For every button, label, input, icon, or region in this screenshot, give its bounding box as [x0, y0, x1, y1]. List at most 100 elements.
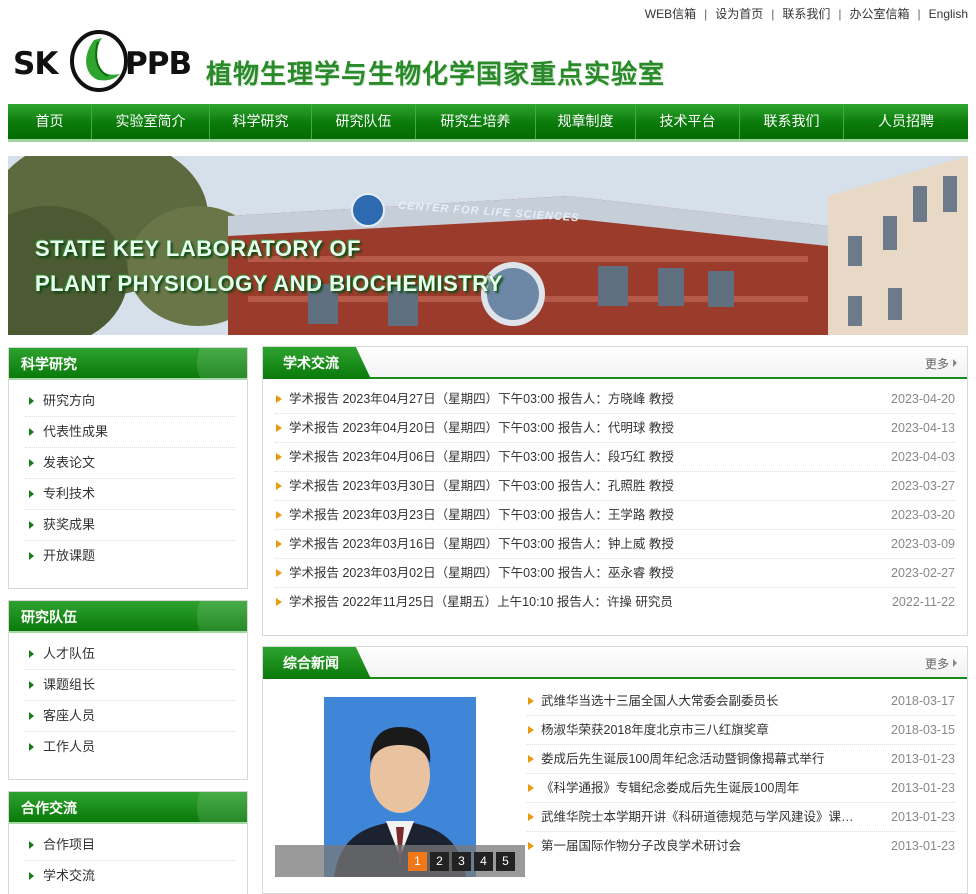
arrow-right-icon [953, 659, 957, 667]
pager-button[interactable]: 1 [408, 851, 427, 871]
academic-item[interactable]: 学术报告 2023年03月23日（星期四）下午03:00 报告人：王学路 教授 2… [275, 501, 955, 530]
news-item-date: 2013-01-23 [891, 752, 955, 766]
general-news-panel: 综合新闻 更多 12345 武维华当选十三届全国人大常委会副委员长 2018-03… [262, 646, 968, 894]
arrow-right-icon [953, 359, 957, 367]
nav-item[interactable]: 人员招聘 [844, 104, 968, 139]
academic-item-date: 2022-11-22 [891, 595, 955, 609]
academic-item[interactable]: 学术报告 2023年04月27日（星期四）下午03:00 报告人：方晓峰 教授 2… [275, 385, 955, 414]
academic-item-date: 2023-04-03 [891, 450, 955, 464]
academic-item-title[interactable]: 学术报告 2023年04月06日（星期四）下午03:00 报告人：段巧红 教授 [289, 443, 674, 471]
sidebar-list: 合作项目 学术交流 [9, 824, 247, 894]
academic-exchange-panel: 学术交流 更多 学术报告 2023年04月27日（星期四）下午03:00 报告人… [262, 346, 968, 636]
nav-item[interactable]: 首页 [8, 104, 92, 139]
top-links: WEB信箱 | 设为首页 | 联系我们 | 办公室信箱 | English [645, 5, 968, 22]
sidebar-link[interactable]: 研究方向 [25, 386, 235, 417]
news-item[interactable]: 武维华院士本学期开讲《科研道德规范与学风建设》课程... 2013-01-23 [527, 803, 955, 832]
news-item-title[interactable]: 第一届国际作物分子改良学术研讨会 [541, 832, 741, 861]
news-item[interactable]: 武维华当选十三届全国人大常委会副委员长 2018-03-17 [527, 687, 955, 716]
sidebar-link[interactable]: 合作项目 [25, 830, 235, 861]
academic-item-title[interactable]: 学术报告 2023年04月20日（星期四）下午03:00 报告人：代明球 教授 [289, 414, 674, 442]
academic-item-date: 2023-04-20 [891, 392, 955, 406]
academic-item[interactable]: 学术报告 2022年11月25日（星期五）上午10:10 报告人：许操 研究员 2… [275, 588, 955, 617]
news-item-date: 2013-01-23 [891, 810, 955, 824]
nav-item[interactable]: 实验室简介 [92, 104, 210, 139]
news-item-date: 2018-03-15 [891, 723, 955, 737]
academic-item-date: 2023-03-27 [891, 479, 955, 493]
sidebar-link[interactable]: 学术交流 [25, 861, 235, 892]
academic-item[interactable]: 学术报告 2023年03月16日（星期四）下午03:00 报告人：钟上威 教授 2… [275, 530, 955, 559]
main-nav: 首页 实验室简介 科学研究 研究队伍 研究生培养 规章制度 技术平台 联系我们 人员招聘 [8, 104, 968, 142]
link-separator: | [917, 6, 921, 21]
sidebar-link[interactable]: 专利技术 [25, 479, 235, 510]
sidebar-box-title: 合作交流 [9, 792, 247, 824]
link-separator: | [704, 6, 708, 21]
news-item[interactable]: 娄成后先生诞辰100周年纪念活动暨铜像揭幕式举行 2013-01-23 [527, 745, 955, 774]
nav-item[interactable]: 科学研究 [210, 104, 312, 139]
banner-line-1: STATE KEY LABORATORY OF [35, 236, 362, 261]
academic-item[interactable]: 学术报告 2023年03月30日（星期四）下午03:00 报告人：孔照胜 教授 2… [275, 472, 955, 501]
sidebar-box: 合作交流 合作项目 学术交流 [8, 791, 248, 894]
nav-item[interactable]: 研究生培养 [416, 104, 536, 139]
news-item[interactable]: 第一届国际作物分子改良学术研讨会 2013-01-23 [527, 832, 955, 861]
top-link[interactable]: 设为首页 [715, 5, 763, 22]
news-item[interactable]: 杨淑华荣获2018年度北京市三八红旗奖章 2018-03-15 [527, 716, 955, 745]
leaf-logo-icon [70, 30, 128, 92]
site-logo[interactable]: SK PPB 植物生理学与生物化学国家重点实验室 [10, 28, 670, 98]
academic-more-link[interactable]: 更多 [925, 355, 957, 372]
sidebar-link[interactable]: 发表论文 [25, 448, 235, 479]
top-link[interactable]: WEB信箱 [645, 5, 696, 22]
news-item-title[interactable]: 武维华当选十三届全国人大常委会副委员长 [541, 687, 779, 715]
academic-item-date: 2023-03-09 [891, 537, 955, 551]
news-more-link[interactable]: 更多 [925, 655, 957, 672]
news-item-title[interactable]: 武维华院士本学期开讲《科研道德规范与学风建设》课程... [541, 803, 861, 831]
pager-button[interactable]: 4 [474, 851, 493, 871]
nav-item[interactable]: 规章制度 [536, 104, 636, 139]
sidebar-link[interactable]: 获奖成果 [25, 510, 235, 541]
logo-text-ppb: PPB [125, 46, 192, 82]
pager-button[interactable]: 2 [430, 851, 449, 871]
academic-item[interactable]: 学术报告 2023年04月06日（星期四）下午03:00 报告人：段巧红 教授 2… [275, 443, 955, 472]
academic-item[interactable]: 学术报告 2023年04月20日（星期四）下午03:00 报告人：代明球 教授 2… [275, 414, 955, 443]
academic-header: 学术交流 更多 [263, 347, 967, 379]
link-separator: | [771, 6, 775, 21]
academic-item-title[interactable]: 学术报告 2023年03月02日（星期四）下午03:00 报告人：巫永睿 教授 [289, 559, 674, 587]
sidebar-link[interactable]: 客座人员 [25, 701, 235, 732]
sidebar-link[interactable]: 开放课题 [25, 541, 235, 572]
news-item-title[interactable]: 《科学通报》专辑纪念娄成后先生诞辰100周年 [541, 774, 799, 802]
academic-item-date: 2023-04-13 [891, 421, 955, 435]
pager-button[interactable]: 3 [452, 851, 471, 871]
news-title: 综合新闻 [263, 647, 371, 679]
sidebar-box-title: 科学研究 [9, 348, 247, 380]
academic-item[interactable]: 学术报告 2023年03月02日（星期四）下午03:00 报告人：巫永睿 教授 2… [275, 559, 955, 588]
nav-item[interactable]: 研究队伍 [312, 104, 416, 139]
more-label: 更多 [924, 657, 949, 671]
nav-item[interactable]: 联系我们 [740, 104, 844, 139]
slider-pager: 12345 [275, 845, 525, 877]
sidebar-link[interactable]: 课题组长 [25, 670, 235, 701]
sidebar-box-title: 研究队伍 [9, 601, 247, 633]
academic-item-date: 2023-03-20 [891, 508, 955, 522]
top-link[interactable]: 办公室信箱 [850, 5, 910, 22]
academic-item-title[interactable]: 学术报告 2023年03月16日（星期四）下午03:00 报告人：钟上威 教授 [289, 530, 674, 558]
sidebar-list: 人才队伍 课题组长 客座人员 工作人员 [9, 633, 247, 769]
sidebar-link[interactable]: 人才队伍 [25, 639, 235, 670]
academic-item-title[interactable]: 学术报告 2023年03月30日（星期四）下午03:00 报告人：孔照胜 教授 [289, 472, 674, 500]
news-photo-slider[interactable]: 12345 [275, 697, 525, 877]
academic-item-title[interactable]: 学术报告 2023年04月27日（星期四）下午03:00 报告人：方晓峰 教授 [289, 385, 674, 413]
pager-button[interactable]: 5 [496, 851, 515, 871]
site-title: 植物生理学与生物化学国家重点实验室 [206, 59, 666, 89]
logo-text-sk: SK [13, 46, 58, 82]
top-link[interactable]: 联系我们 [782, 5, 830, 22]
nav-item[interactable]: 技术平台 [636, 104, 740, 139]
sidebar-link[interactable]: 代表性成果 [25, 417, 235, 448]
academic-item-title[interactable]: 学术报告 2022年11月25日（星期五）上午10:10 报告人：许操 研究员 [289, 588, 673, 617]
sidebar-box: 科学研究 研究方向 代表性成果 发表论文 专利技术 获奖成果 开放课题 [8, 347, 248, 589]
sidebar-list: 研究方向 代表性成果 发表论文 专利技术 获奖成果 开放课题 [9, 380, 247, 578]
sidebar-box: 研究队伍 人才队伍 课题组长 客座人员 工作人员 [8, 600, 248, 780]
news-item-title[interactable]: 娄成后先生诞辰100周年纪念活动暨铜像揭幕式举行 [541, 745, 824, 773]
top-link[interactable]: English [929, 7, 968, 21]
news-item[interactable]: 《科学通报》专辑纪念娄成后先生诞辰100周年 2013-01-23 [527, 774, 955, 803]
academic-item-title[interactable]: 学术报告 2023年03月23日（星期四）下午03:00 报告人：王学路 教授 [289, 501, 674, 529]
sidebar-link[interactable]: 工作人员 [25, 732, 235, 763]
news-item-title[interactable]: 杨淑华荣获2018年度北京市三八红旗奖章 [541, 716, 769, 744]
